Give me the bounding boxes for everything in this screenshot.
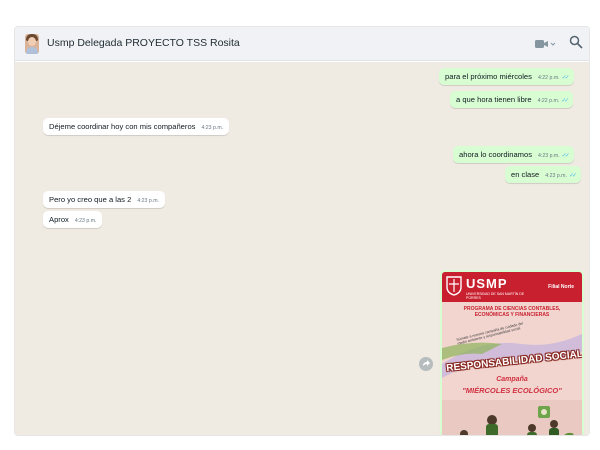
message-time: 4:23 p.m. (538, 153, 560, 159)
message-list[interactable]: para el próximo miércoles 4:22 p.m. ✓✓ a q… (15, 62, 589, 435)
message-text: Aprox (49, 215, 69, 224)
campaign-poster[interactable]: USMP UNIVERSIDAD DE SAN MARTÍN DE PORRES… (442, 272, 582, 435)
message-time: 4:22 p.m. (537, 98, 560, 104)
usmp-logo: USMP (466, 276, 508, 291)
message-time: 4:23 p.m. (74, 218, 97, 224)
message-outgoing[interactable]: para el próximo miércoles 4:22 p.m. ✓✓ (439, 68, 574, 85)
shield-icon (446, 276, 462, 296)
message-time: 4:22 p.m. (537, 75, 560, 81)
video-call-icon[interactable] (535, 39, 555, 49)
message-outgoing[interactable]: en clase 4:23 p.m. ✓✓ (505, 166, 581, 183)
message-incoming[interactable]: Déjeme coordinar hoy con mis compañeros 4… (43, 118, 230, 135)
double-check-icon: ✓✓ (561, 153, 570, 159)
search-icon[interactable] (569, 35, 583, 49)
contact-name[interactable]: Usmp Delegada PROYECTO TSS Rosita (47, 37, 240, 49)
double-check-icon: ✓✓ (561, 98, 569, 104)
message-time: 4:23 p.m. (201, 125, 224, 131)
message-outgoing[interactable]: ahora lo coordinamos 4:23 p.m. ✓✓ (453, 146, 574, 163)
image-message[interactable]: USMP UNIVERSIDAD DE SAN MARTÍN DE PORRES… (440, 270, 584, 435)
contact-avatar[interactable] (25, 34, 39, 54)
poster-campaign-name: "MIÉRCOLES ECOLÓGICO" (462, 386, 562, 395)
chat-header: Usmp Delegada PROYECTO TSS Rosita (15, 27, 589, 61)
message-text: Déjeme coordinar hoy con mis compañeros (49, 122, 196, 131)
message-incoming[interactable]: Aprox 4:23 p.m. (43, 211, 103, 228)
message-text: Pero yo creo que a las 2 (49, 195, 132, 204)
message-time: 4:23 p.m. (137, 198, 159, 204)
ecology-illustration (442, 400, 582, 435)
message-text: a que hora tienen libre (456, 95, 532, 104)
message-time: 4:23 p.m. (545, 173, 567, 179)
double-check-icon: ✓✓ (568, 173, 577, 179)
message-incoming[interactable]: Pero yo creo que a las 2 4:23 p.m. (43, 191, 165, 208)
chat-window: Usmp Delegada PROYECTO TSS Rosita para e… (14, 26, 590, 436)
message-outgoing[interactable]: a que hora tienen libre 4:22 p.m. ✓✓ (450, 91, 574, 108)
program-title: PROGRAMA DE CIENCIAS CONTABLES, ECONÓMIC… (463, 306, 561, 318)
forward-icon[interactable] (419, 357, 433, 371)
poster-campaign-label: Campaña (496, 376, 528, 383)
message-text: para el próximo miércoles (445, 72, 532, 81)
double-check-icon: ✓✓ (561, 75, 570, 81)
university-name: UNIVERSIDAD DE SAN MARTÍN DE PORRES (466, 292, 525, 300)
filial-label: Filial Norte (548, 284, 574, 290)
message-text: en clase (511, 170, 540, 179)
message-text: ahora lo coordinamos (459, 150, 533, 159)
